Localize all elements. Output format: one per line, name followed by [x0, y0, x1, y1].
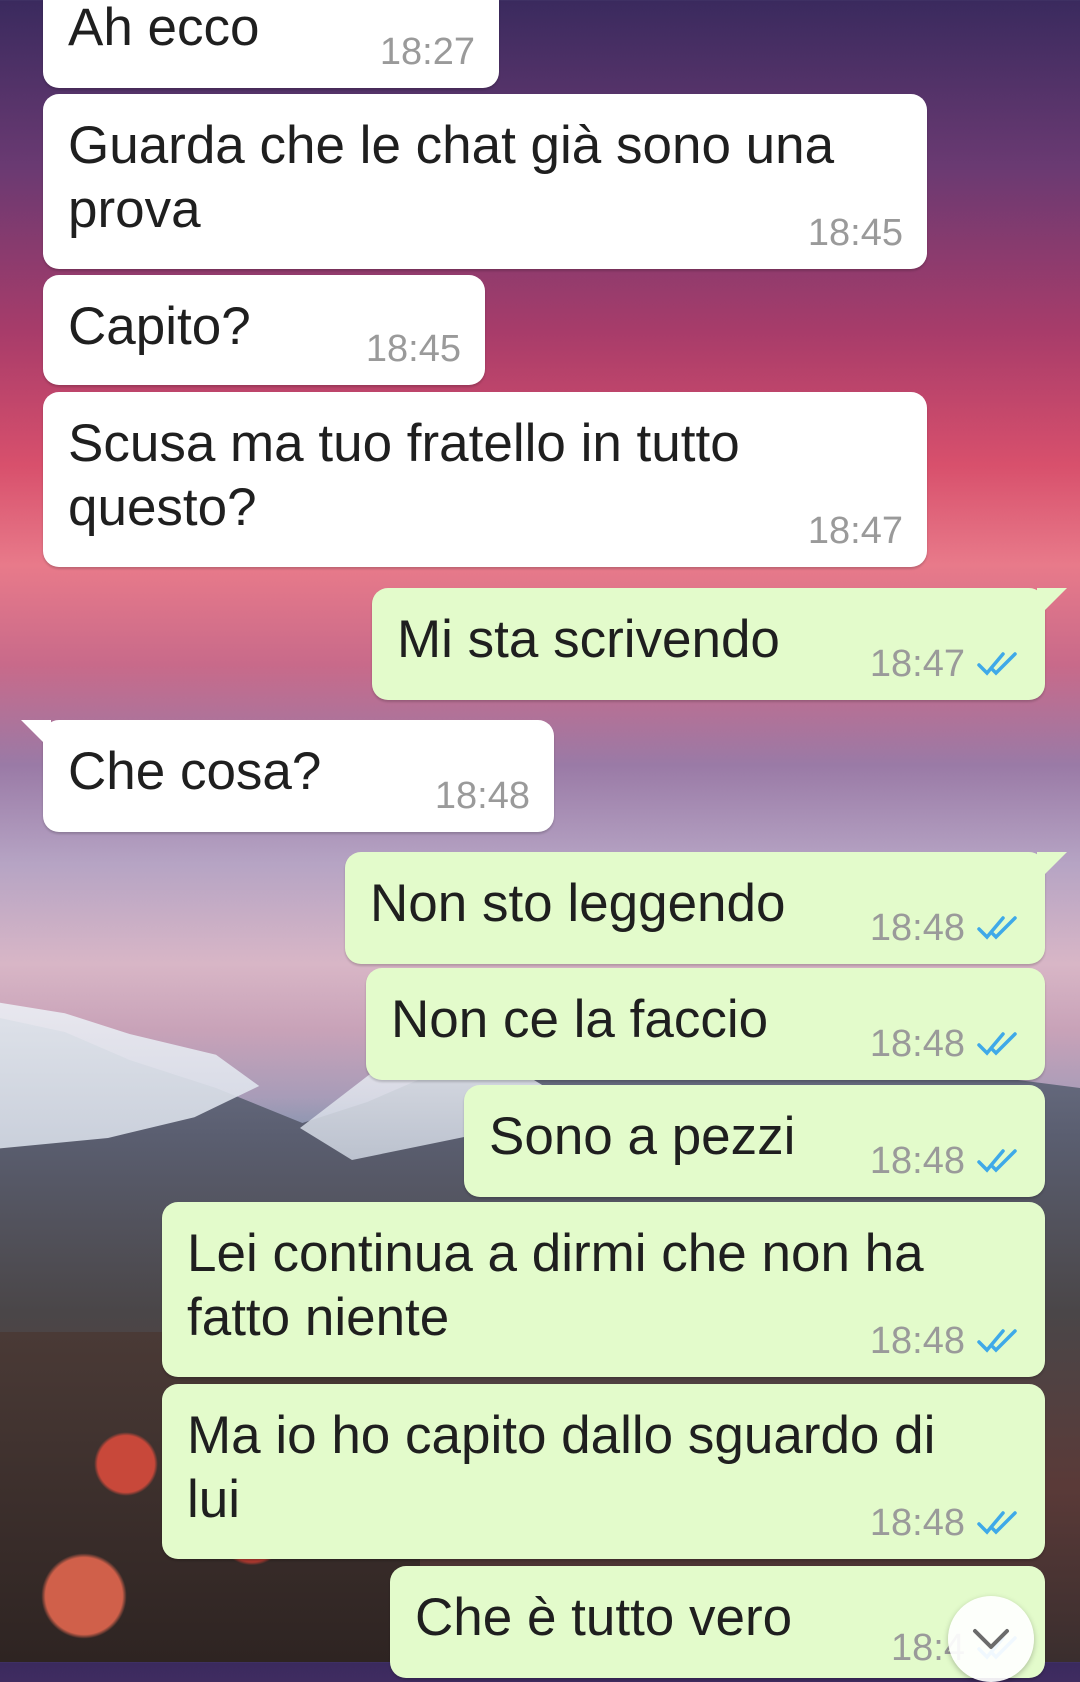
message-bubble-outgoing[interactable]: Non ce la faccio 18:48 — [366, 968, 1045, 1080]
message-time: 18:48 — [869, 1023, 965, 1065]
message-meta: 18:45 — [366, 327, 461, 371]
message-bubble-incoming[interactable]: Scusa ma tuo fratello in tutto questo? 1… — [43, 392, 927, 567]
message-time: 18:48 — [869, 1320, 965, 1362]
message-text: Scusa ma tuo fratello in tutto questo? — [68, 414, 740, 537]
scroll-to-bottom-button[interactable] — [948, 1596, 1034, 1682]
bubble-tail — [1037, 588, 1067, 618]
message-bubble-outgoing[interactable]: Sono a pezzi 18:48 — [464, 1085, 1045, 1197]
message-text: Lei continua a dirmi che non ha fatto ni… — [187, 1224, 924, 1347]
double-check-icon — [977, 1511, 1017, 1535]
message-time: 18:47 — [807, 510, 903, 552]
message-text: Guarda che le chat già sono una prova — [68, 116, 835, 239]
message-text: Che è tutto vero — [415, 1588, 793, 1647]
message-time: 18:45 — [365, 328, 461, 370]
message-bubble-incoming[interactable]: Ah ecco 18:27 — [43, 0, 499, 88]
message-meta: 18:45 — [808, 211, 903, 255]
message-time: 18:48 — [434, 775, 530, 817]
message-meta: 18:48 — [870, 1319, 1021, 1363]
message-meta: 18:48 — [870, 1139, 1021, 1183]
double-check-icon — [977, 1032, 1017, 1056]
message-time: 18:45 — [807, 212, 903, 254]
message-bubble-incoming[interactable]: Guarda che le chat già sono una prova 18… — [43, 94, 927, 269]
message-meta: 18:48 — [870, 1501, 1021, 1545]
message-time: 18:27 — [379, 31, 475, 73]
message-meta: 18:47 — [808, 509, 903, 553]
message-meta: 18:48 — [870, 906, 1021, 950]
double-check-icon — [977, 652, 1017, 676]
message-text: Non ce la faccio — [391, 990, 769, 1049]
message-time: 18:47 — [869, 643, 965, 685]
message-text: Ah ecco — [68, 0, 260, 57]
message-bubble-outgoing[interactable]: Ma io ho capito dallo sguardo di lui 18:… — [162, 1384, 1045, 1559]
chevron-down-icon — [973, 1629, 1009, 1649]
message-text: Che cosa? — [68, 742, 322, 801]
chat-message-list[interactable]: Ah ecco 18:27 Guarda che le chat già son… — [0, 0, 1080, 1682]
bubble-tail — [21, 720, 51, 750]
message-time: 18:48 — [869, 907, 965, 949]
bubble-tail — [1037, 852, 1067, 882]
message-bubble-incoming[interactable]: Che cosa? 18:48 — [21, 720, 554, 832]
message-text: Mi sta scrivendo — [397, 610, 780, 669]
double-check-icon — [977, 1149, 1017, 1173]
double-check-icon — [977, 916, 1017, 940]
message-bubble-outgoing[interactable]: Che è tutto vero 18:4 — [390, 1566, 1045, 1678]
message-bubble-outgoing[interactable]: Lei continua a dirmi che non ha fatto ni… — [162, 1202, 1045, 1377]
message-meta: 18:48 — [435, 774, 530, 818]
message-meta: 18:47 — [870, 642, 1021, 686]
message-text: Non sto leggendo — [370, 874, 786, 933]
message-text: Capito? — [68, 297, 251, 356]
message-bubble-outgoing[interactable]: Mi sta scrivendo 18:47 — [372, 588, 1067, 700]
message-bubble-incoming[interactable]: Capito? 18:45 — [43, 275, 485, 385]
message-time: 18:48 — [869, 1140, 965, 1182]
message-text: Ma io ho capito dallo sguardo di lui — [187, 1406, 936, 1529]
message-text: Sono a pezzi — [489, 1107, 796, 1166]
message-meta: 18:48 — [870, 1022, 1021, 1066]
message-meta: 18:27 — [380, 30, 475, 74]
double-check-icon — [977, 1329, 1017, 1353]
message-time: 18:48 — [869, 1502, 965, 1544]
message-bubble-outgoing[interactable]: Non sto leggendo 18:48 — [345, 852, 1067, 964]
